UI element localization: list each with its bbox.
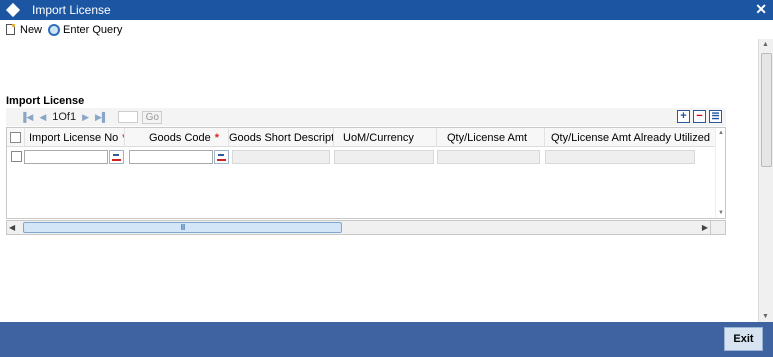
col-qty-license-amt-label: Qty/License Amt	[447, 131, 528, 144]
new-button-label: New	[20, 23, 43, 36]
new-document-icon	[6, 24, 15, 35]
select-all-cell	[7, 128, 25, 147]
last-page-icon[interactable]: ▶▌	[95, 112, 108, 123]
row-select-checkbox[interactable]	[11, 151, 22, 162]
col-import-license-no-label: Import License No	[29, 131, 119, 144]
prev-page-icon[interactable]: ◀	[39, 112, 46, 123]
table-row	[7, 147, 717, 166]
uom-currency-field	[334, 150, 434, 164]
diamond-icon	[5, 2, 21, 18]
pager-bar: ▐◀ ◀ 1Of1 ▶ ▶▌ Go + − ☰	[6, 108, 726, 126]
grid-vertical-scrollbar[interactable]: ▲ ▼	[715, 128, 725, 218]
enter-query-button[interactable]: Enter Query	[48, 23, 123, 36]
grid-scroll-up-icon[interactable]: ▲	[718, 130, 724, 136]
add-row-icon[interactable]: +	[677, 110, 690, 123]
col-qty-license-amt-utilized-label: Qty/License Amt Already Utilized	[551, 131, 710, 144]
title-bar: Import License ✕	[0, 0, 773, 20]
close-icon[interactable]: ✕	[755, 1, 767, 18]
toolbar: New Enter Query	[0, 20, 773, 39]
section-title: Import License	[6, 95, 85, 107]
lov-icon	[217, 153, 226, 161]
grid-header: Import License No* Goods Code* Goods Sho…	[7, 128, 717, 147]
import-license-grid: Import License No* Goods Code* Goods Sho…	[6, 127, 726, 219]
query-icon	[48, 23, 61, 36]
import-license-no-input[interactable]	[24, 150, 108, 164]
col-import-license-no: Import License No*	[25, 128, 125, 147]
grid-actions: + − ☰	[677, 110, 722, 123]
horizontal-scroll-thumb[interactable]: III	[23, 222, 342, 233]
go-button[interactable]: Go	[142, 110, 163, 124]
goods-short-description-field	[232, 150, 330, 164]
grid-scroll-down-icon[interactable]: ▼	[718, 210, 724, 216]
required-marker: *	[214, 131, 220, 144]
row-checkbox-cell	[11, 151, 22, 165]
scroll-left-icon[interactable]: ◀	[9, 223, 15, 232]
select-all-checkbox[interactable]	[10, 132, 21, 143]
col-uom-currency: UoM/Currency	[334, 128, 437, 147]
col-qty-license-amt-utilized: Qty/License Amt Already Utilized	[545, 128, 717, 147]
first-page-icon[interactable]: ▐◀	[20, 112, 33, 123]
col-goods-code-label: Goods Code	[149, 131, 211, 144]
scrollbar-corner	[711, 220, 726, 235]
new-button[interactable]: New	[6, 24, 42, 36]
next-page-icon[interactable]: ▶	[82, 112, 89, 123]
exit-button[interactable]: Exit	[724, 327, 763, 351]
footer-bar: Exit	[0, 322, 773, 357]
qty-license-amt-utilized-field	[545, 150, 695, 164]
col-goods-short-description-label: Goods Short Description	[229, 131, 334, 144]
single-view-icon[interactable]: ☰	[709, 110, 722, 123]
page-number-input[interactable]	[118, 111, 139, 123]
delete-row-icon[interactable]: −	[693, 110, 706, 123]
page-indicator: 1Of1	[52, 111, 77, 123]
vertical-scrollbar[interactable]: ▲ ▼	[758, 39, 773, 322]
window-title: Import License	[32, 3, 111, 17]
scroll-down-icon[interactable]: ▼	[762, 313, 769, 320]
grid-horizontal-scrollbar[interactable]: ◀ III ▶	[6, 220, 711, 235]
vertical-scroll-thumb[interactable]	[761, 53, 772, 167]
scroll-right-icon[interactable]: ▶	[702, 223, 708, 232]
lov-icon	[112, 153, 121, 161]
enter-query-label: Enter Query	[63, 23, 123, 36]
import-license-lov-button[interactable]	[109, 150, 124, 164]
col-goods-short-description: Goods Short Description	[229, 128, 334, 147]
goods-code-input[interactable]	[129, 150, 213, 164]
goods-code-lov-button[interactable]	[214, 150, 229, 164]
col-qty-license-amt: Qty/License Amt	[437, 128, 545, 147]
col-goods-code: Goods Code *	[125, 128, 229, 147]
scroll-up-icon[interactable]: ▲	[762, 41, 769, 48]
qty-license-amt-field	[437, 150, 540, 164]
col-uom-currency-label: UoM/Currency	[343, 131, 414, 144]
